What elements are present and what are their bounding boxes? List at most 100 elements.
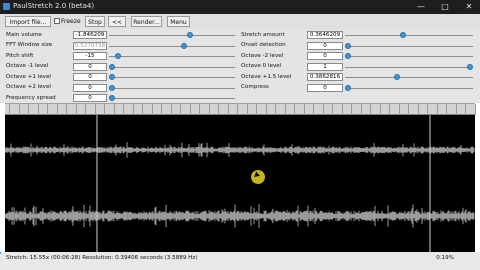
- param-slider-knob[interactable]: [467, 63, 473, 70]
- ruler-tick: [66, 104, 67, 115]
- ruler-tick: [142, 104, 143, 115]
- ruler-tick: [446, 104, 447, 115]
- ruler-tick: [161, 104, 162, 115]
- waveform-svg: [4, 115, 475, 252]
- minimize-button[interactable]: —: [410, 0, 432, 14]
- param-slider-knob[interactable]: [115, 53, 121, 59]
- ruler-tick: [322, 104, 324, 115]
- ruler-tick: [132, 104, 134, 115]
- ruler-tick: [18, 104, 20, 115]
- param-slider-track[interactable]: [109, 66, 235, 68]
- progress-percent: 0.19%: [436, 255, 454, 261]
- title-bar: PaulStretch 2.0 (beta4) — □ ✕: [0, 0, 480, 14]
- ruler-tick: [151, 104, 153, 115]
- param-value-field[interactable]: 0.5270738: [73, 41, 107, 50]
- ruler-tick: [113, 104, 115, 115]
- param-label: Octave +2 level: [6, 84, 51, 90]
- stop-button[interactable]: Stop: [85, 16, 105, 27]
- ruler-tick: [85, 104, 86, 115]
- mouse-cursor-highlight: [251, 170, 265, 184]
- paulstretch-window: PaulStretch 2.0 (beta4) — □ ✕ Import fil…: [0, 0, 480, 270]
- freeze-checkbox[interactable]: [54, 18, 60, 24]
- param-slider-track[interactable]: [345, 66, 473, 68]
- param-slider-knob[interactable]: [393, 74, 400, 80]
- ruler-tick: [436, 104, 438, 115]
- rewind-button[interactable]: <<: [108, 16, 126, 27]
- close-button[interactable]: ✕: [458, 0, 480, 14]
- maximize-button[interactable]: □: [434, 0, 456, 14]
- param-value-field[interactable]: 0: [73, 94, 107, 102]
- ruler-tick: [189, 104, 191, 115]
- ruler-tick: [56, 104, 58, 115]
- param-slider-knob[interactable]: [109, 84, 115, 91]
- toolbar: Import file... Freeze Stop << Render... …: [0, 14, 480, 29]
- param-slider-knob[interactable]: [109, 63, 115, 70]
- param-value-field[interactable]: 0: [307, 83, 343, 92]
- param-slider-knob[interactable]: [109, 74, 115, 80]
- ruler-tick: [332, 104, 333, 115]
- ruler-tick: [265, 104, 267, 115]
- freeze-label[interactable]: Freeze: [61, 16, 83, 27]
- left-channel-waveform: [4, 142, 475, 158]
- render-progress-bar: [0, 252, 1, 254]
- param-value-field[interactable]: 0: [73, 62, 107, 71]
- param-slider-knob[interactable]: [109, 95, 115, 101]
- param-label: Onset detection: [241, 42, 286, 48]
- param-value-field[interactable]: 0.3862816: [307, 73, 343, 81]
- ruler-tick: [360, 104, 362, 115]
- param-slider-track[interactable]: [109, 35, 235, 36]
- app-icon: [3, 3, 10, 10]
- ruler-tick: [313, 104, 314, 115]
- param-label: Octave +1 level: [6, 73, 51, 80]
- import-file-button[interactable]: Import file...: [5, 16, 51, 27]
- param-slider-track[interactable]: [345, 35, 473, 36]
- param-slider-knob[interactable]: [187, 32, 193, 38]
- ruler-tick: [294, 104, 295, 115]
- waveform-path: [4, 204, 475, 228]
- param-slider-track[interactable]: [109, 77, 235, 78]
- ruler-tick: [218, 104, 219, 115]
- param-value-field[interactable]: -1.846209: [73, 31, 107, 39]
- ruler-tick: [199, 104, 200, 115]
- ruler-tick: [408, 104, 409, 115]
- param-label: Stretch amount: [241, 31, 285, 38]
- param-slider-track[interactable]: [345, 45, 473, 47]
- param-label: Octave 0 level: [241, 63, 282, 69]
- menu-button[interactable]: Menu: [167, 16, 190, 27]
- param-slider-track[interactable]: [345, 77, 473, 78]
- parameters-panel: Main volume -1.846209 FFT Window size 0.527…: [0, 29, 480, 103]
- right-channel-waveform: [4, 204, 475, 228]
- param-slider-knob[interactable]: [399, 32, 406, 38]
- ruler-tick: [417, 104, 419, 115]
- param-slider-track[interactable]: [109, 87, 235, 89]
- param-slider-track[interactable]: [345, 56, 473, 57]
- param-value-field[interactable]: -15: [73, 52, 107, 60]
- ruler-tick: [303, 104, 305, 115]
- param-value-field[interactable]: 0: [307, 52, 343, 60]
- param-slider-knob[interactable]: [345, 42, 351, 49]
- ruler-tick: [28, 104, 29, 115]
- param-slider-track[interactable]: [109, 98, 235, 99]
- param-value-field[interactable]: 0: [73, 73, 107, 81]
- ruler-tick: [455, 104, 457, 115]
- param-value-field[interactable]: 1: [307, 62, 343, 71]
- param-slider-knob[interactable]: [345, 84, 351, 91]
- param-slider-knob[interactable]: [345, 53, 351, 59]
- param-slider-track[interactable]: [345, 87, 473, 89]
- param-slider-track[interactable]: [109, 45, 235, 47]
- ruler-tick: [227, 104, 229, 115]
- param-slider-track[interactable]: [109, 56, 235, 57]
- param-slider-knob[interactable]: [181, 42, 187, 49]
- render-button[interactable]: Render...: [131, 16, 162, 27]
- param-label: FFT Window size: [6, 42, 53, 48]
- ruler-tick: [284, 104, 286, 115]
- time-ruler[interactable]: [5, 103, 476, 115]
- param-value-field[interactable]: 0.3646209: [307, 31, 343, 39]
- param-value-field[interactable]: 0: [73, 83, 107, 92]
- ruler-tick: [256, 104, 257, 115]
- ruler-tick: [9, 104, 10, 115]
- waveform-view[interactable]: [4, 115, 475, 252]
- ruler-tick: [246, 104, 248, 115]
- ruler-tick: [389, 104, 390, 115]
- param-value-field[interactable]: 0: [307, 41, 343, 50]
